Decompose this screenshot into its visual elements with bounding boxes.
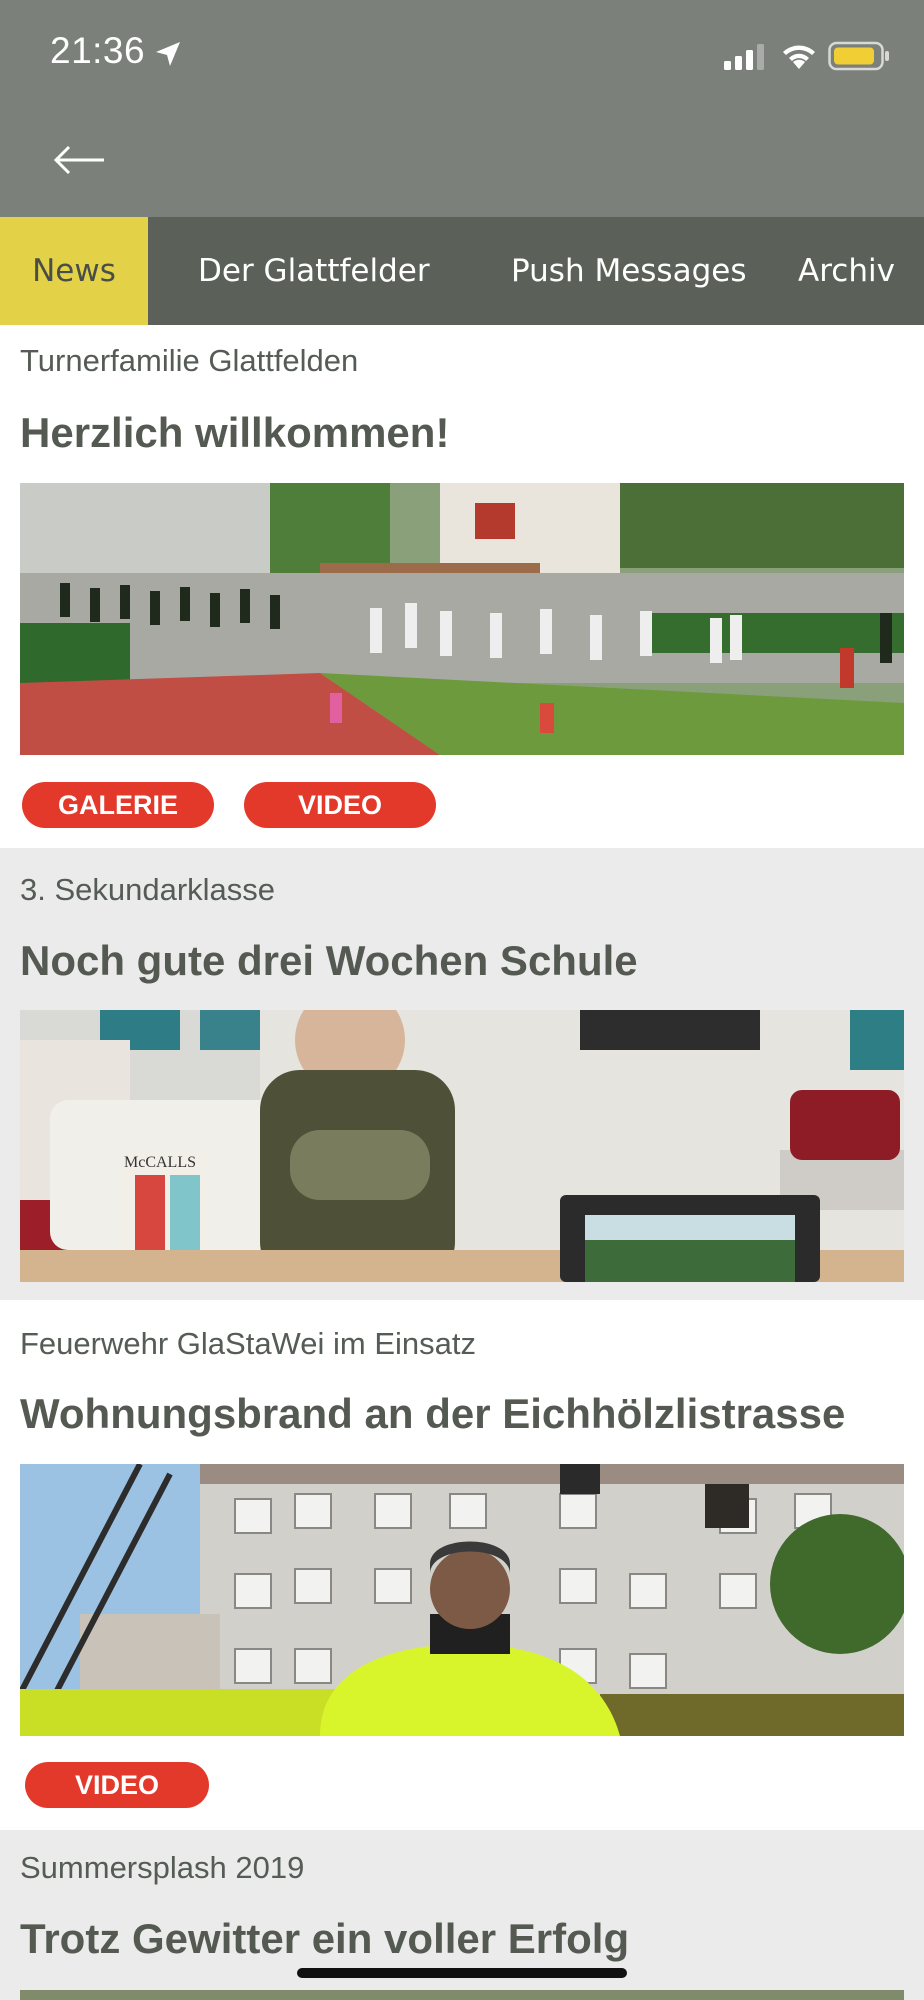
signal-icon bbox=[724, 44, 764, 70]
article-image-summersplash[interactable] bbox=[20, 1990, 904, 2000]
app-header: 21:36 bbox=[0, 0, 924, 217]
battery-icon bbox=[828, 41, 889, 71]
tab-archiv[interactable]: Archiv bbox=[798, 217, 895, 325]
tab-news[interactable]: News bbox=[0, 217, 148, 325]
status-time: 21:36 bbox=[50, 30, 146, 71]
tab-der-glattfelder[interactable]: Der Glattfelder bbox=[198, 217, 430, 325]
video-button[interactable]: VIDEO bbox=[244, 782, 436, 828]
wifi-icon bbox=[783, 45, 815, 69]
video-button[interactable]: VIDEO bbox=[25, 1762, 209, 1808]
article-image-fire[interactable] bbox=[20, 1464, 904, 1736]
article-title[interactable]: Trotz Gewitter ein voller Erfolg bbox=[20, 1915, 629, 1963]
article-kicker: Feuerwehr GlaStaWei im Einsatz bbox=[20, 1326, 476, 1361]
article-title[interactable]: Herzlich willkommen! bbox=[20, 409, 449, 457]
article-card[interactable]: Feuerwehr GlaStaWei im Einsatz Wohnungsb… bbox=[0, 1300, 924, 1830]
gallery-button[interactable]: GALERIE bbox=[22, 782, 214, 828]
article-card[interactable]: Turnerfamilie Glattfelden Herzlich willk… bbox=[0, 325, 924, 848]
tab-push-messages[interactable]: Push Messages bbox=[511, 217, 746, 325]
location-arrow-icon bbox=[156, 42, 180, 66]
article-kicker: Summersplash 2019 bbox=[20, 1850, 305, 1885]
pattern-brand-text: McCALLS bbox=[124, 1154, 196, 1171]
article-kicker: Turnerfamilie Glattfelden bbox=[20, 343, 359, 378]
tab-bar: News Der Glattfelder Push Messages Archi… bbox=[0, 217, 924, 325]
article-image-classroom[interactable]: McCALLS bbox=[20, 1010, 904, 1282]
article-title[interactable]: Wohnungsbrand an der Eichhölzlistrasse bbox=[20, 1390, 845, 1438]
article-title[interactable]: Noch gute drei Wochen Schule bbox=[20, 937, 638, 985]
article-card[interactable]: 3. Sekundarklasse Noch gute drei Wochen … bbox=[0, 848, 924, 1300]
back-arrow-icon[interactable] bbox=[52, 140, 108, 180]
article-image-parade[interactable] bbox=[20, 483, 904, 755]
article-kicker: 3. Sekundarklasse bbox=[20, 872, 276, 907]
home-indicator[interactable] bbox=[297, 1968, 627, 1978]
